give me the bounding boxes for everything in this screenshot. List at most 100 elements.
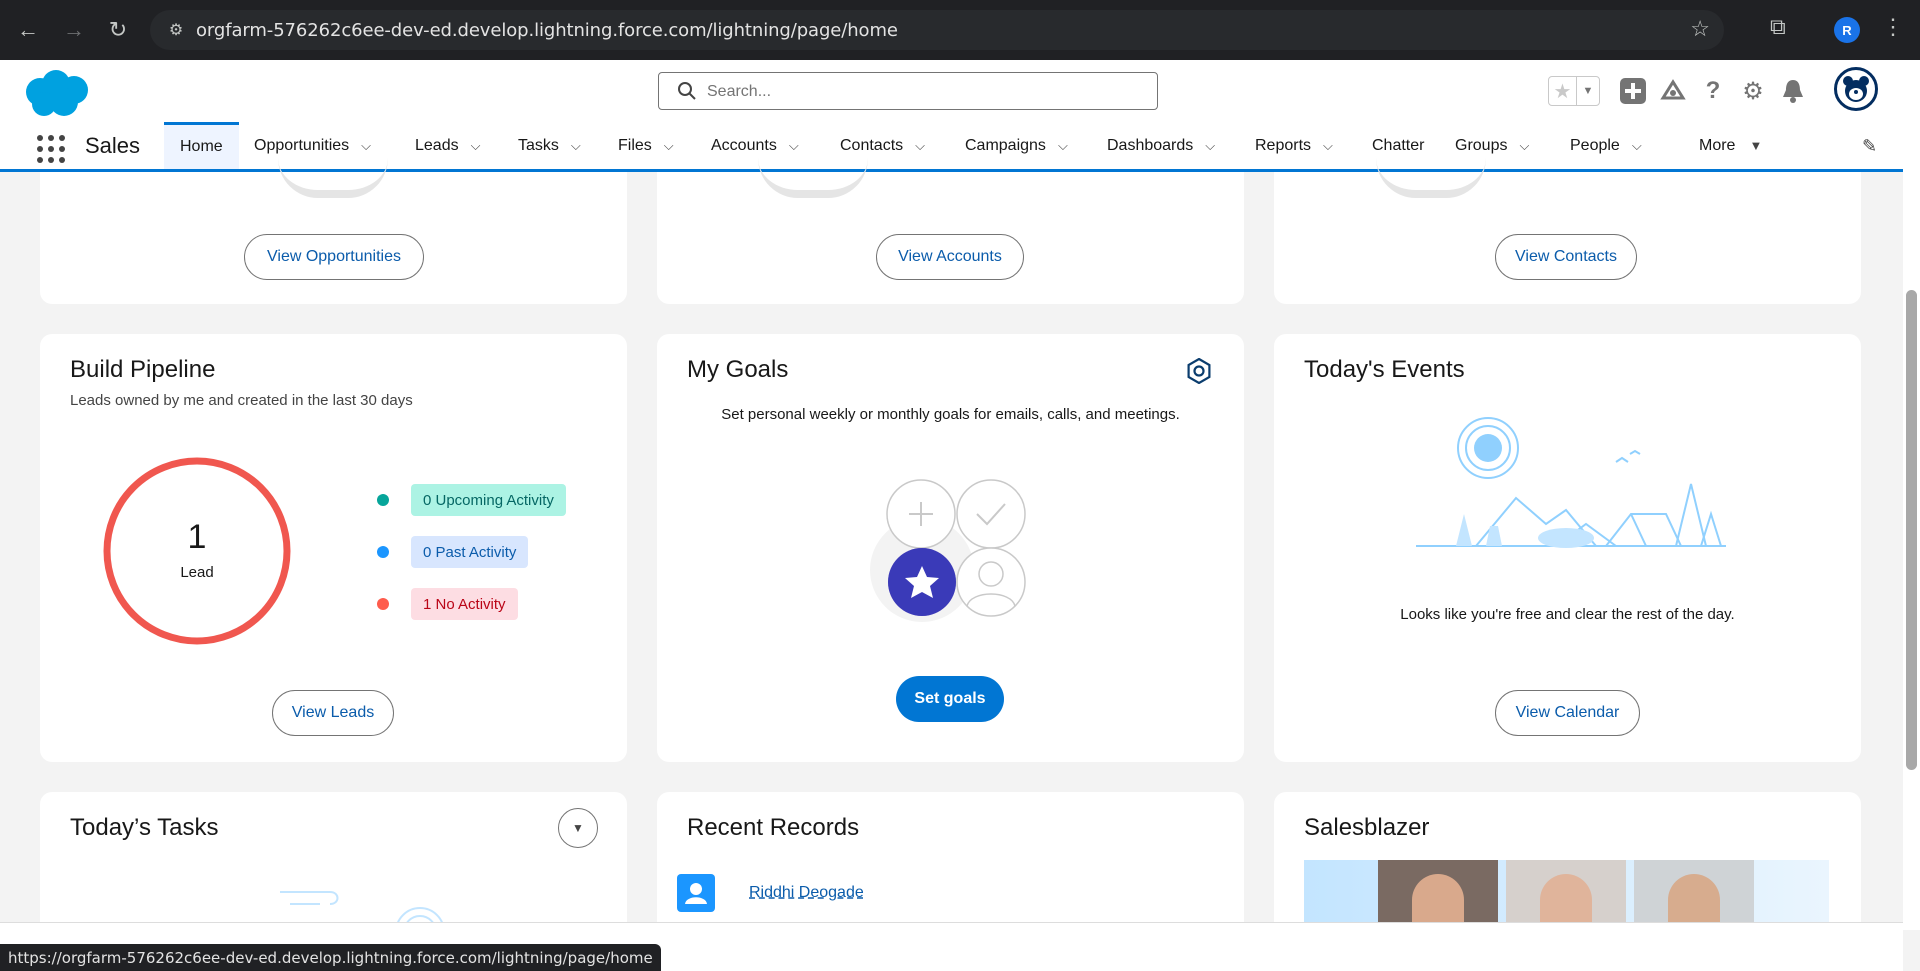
global-actions-icon[interactable] — [1618, 76, 1648, 106]
card-title: My Goals — [687, 356, 789, 383]
favorite-star-icon[interactable]: ★ — [1549, 77, 1577, 105]
legend-dot — [377, 494, 389, 506]
tab-reports[interactable]: Reports ⌵ — [1255, 122, 1333, 169]
camping-illustration — [1416, 417, 1726, 548]
tab-label: More — [1699, 136, 1736, 154]
chart-ring-remnant — [278, 158, 388, 198]
chevron-down-icon[interactable]: ⌵ — [1323, 138, 1333, 154]
tab-label: Reports — [1255, 136, 1312, 154]
edit-nav-pencil-icon[interactable]: ✎ — [1862, 136, 1877, 157]
global-header: Search... ★ ▼ ? ⚙ — [0, 60, 1920, 122]
contacts-card: View Contacts — [1274, 172, 1861, 304]
extensions-icon[interactable]: ⧉ — [1770, 14, 1786, 40]
set-goals-button[interactable]: Set goals — [896, 676, 1004, 722]
opportunities-card: View Opportunities — [40, 172, 627, 304]
todays-tasks-card: Today’s Tasks ▼ — [40, 792, 627, 932]
tab-label: Leads — [415, 136, 459, 154]
address-url[interactable]: orgfarm-576262c6ee-dev-ed.develop.lightn… — [196, 20, 898, 41]
goals-illustration — [870, 479, 1026, 622]
chevron-down-icon[interactable]: ⌵ — [361, 138, 371, 154]
global-search-input[interactable]: Search... — [658, 72, 1158, 110]
chart-ring-remnant — [758, 158, 868, 198]
tab-label: Dashboards — [1107, 136, 1194, 154]
recent-records-card: Recent Records Riddhi Deogade — [657, 792, 1244, 932]
card-subtitle: Leads owned by me and created in the las… — [70, 392, 413, 409]
card-title: Today's Events — [1304, 356, 1465, 383]
profile-avatar[interactable]: R — [1834, 17, 1860, 43]
tab-label: Campaigns — [965, 136, 1046, 154]
chevron-down-icon[interactable]: ⌵ — [915, 138, 925, 154]
tab-campaigns[interactable]: Campaigns ⌵ — [965, 122, 1068, 169]
tab-label: Chatter — [1372, 136, 1425, 154]
legend-pill[interactable]: 0 Past Activity — [411, 536, 529, 568]
view-calendar-button[interactable]: View Calendar — [1495, 690, 1640, 736]
browser-toolbar: ← → ↻ ⚙ orgfarm-576262c6ee-dev-ed.develo… — [0, 0, 1920, 60]
site-info-icon[interactable]: ⚙ — [166, 20, 186, 40]
legend-pill[interactable]: 0 Upcoming Activity — [411, 484, 566, 516]
chevron-down-icon[interactable]: ⌵ — [789, 138, 799, 154]
chevron-down-icon[interactable]: ⌵ — [571, 138, 581, 154]
tab-people[interactable]: People ⌵ — [1570, 122, 1642, 169]
link-status-bubble: https://orgfarm-576262c6ee-dev-ed.develo… — [0, 944, 661, 971]
goals-settings-icon[interactable] — [1186, 358, 1212, 384]
chevron-down-icon[interactable]: ⌵ — [1205, 138, 1215, 154]
favorites-dropdown-icon[interactable]: ▼ — [1577, 77, 1599, 105]
reload-icon[interactable]: ↻ — [102, 14, 134, 46]
tab-home[interactable]: Home — [164, 122, 239, 169]
chart-ring-remnant — [1376, 158, 1486, 198]
salesblazer-card: Salesblazer — [1274, 792, 1861, 932]
legend-pill[interactable]: 1 No Activity — [411, 588, 518, 620]
chevron-down-icon[interactable]: ⌵ — [1632, 138, 1642, 154]
app-launcher-icon[interactable] — [36, 134, 66, 164]
trailhead-guidance-icon[interactable] — [1658, 76, 1688, 106]
setup-gear-icon[interactable]: ⚙ — [1738, 76, 1768, 106]
legend-past-activity[interactable]: 0 Past Activity — [377, 536, 529, 568]
chevron-down-icon[interactable]: ⌵ — [1058, 138, 1068, 154]
legend-dot — [377, 598, 389, 610]
legend-upcoming-activity[interactable]: 0 Upcoming Activity — [377, 484, 566, 516]
recent-record-link[interactable]: Riddhi Deogade — [749, 884, 864, 902]
tab-tasks[interactable]: Tasks ⌵ — [518, 122, 581, 169]
favorites-button[interactable]: ★ ▼ — [1548, 76, 1600, 106]
tab-more[interactable]: More ▼ — [1699, 122, 1762, 169]
view-contacts-button[interactable]: View Contacts — [1495, 234, 1637, 280]
browser-menu-icon[interactable]: ⋮ — [1882, 14, 1904, 40]
bookmark-star-icon[interactable]: ☆ — [1690, 16, 1710, 42]
tab-label: Tasks — [518, 136, 559, 154]
tab-label: People — [1570, 136, 1620, 154]
view-accounts-button[interactable]: View Accounts — [876, 234, 1024, 280]
tab-files[interactable]: Files ⌵ — [618, 122, 674, 169]
salesforce-logo[interactable] — [20, 68, 92, 120]
search-icon — [678, 82, 696, 100]
card-title: Salesblazer — [1304, 814, 1430, 841]
tasks-dropdown-button[interactable]: ▼ — [558, 808, 598, 848]
tab-label: Contacts — [840, 136, 904, 154]
forward-arrow-icon[interactable]: → — [58, 14, 90, 46]
chevron-down-icon[interactable]: ⌵ — [471, 138, 481, 154]
card-title: Today’s Tasks — [70, 814, 219, 841]
card-title: Build Pipeline — [70, 356, 216, 383]
view-opportunities-button[interactable]: View Opportunities — [244, 234, 424, 280]
legend-no-activity[interactable]: 1 No Activity — [377, 588, 518, 620]
scrollbar-thumb[interactable] — [1906, 290, 1917, 770]
tab-label: Groups — [1455, 136, 1508, 154]
user-avatar[interactable] — [1834, 67, 1878, 111]
address-bar[interactable]: ⚙ orgfarm-576262c6ee-dev-ed.develop.ligh… — [150, 10, 1724, 50]
accounts-card: View Accounts — [657, 172, 1244, 304]
tab-dashboards[interactable]: Dashboards ⌵ — [1107, 122, 1215, 169]
caret-down-icon[interactable]: ▼ — [1749, 138, 1762, 153]
todays-events-card: Today's Events Looks like you're free an… — [1274, 334, 1861, 762]
build-pipeline-card: Build Pipeline Leads owned by me and cre… — [40, 334, 627, 762]
search-placeholder: Search... — [707, 83, 772, 100]
app-name: Sales — [85, 133, 141, 158]
events-empty-message: Looks like you're free and clear the res… — [1400, 606, 1735, 623]
view-leads-button[interactable]: View Leads — [272, 690, 394, 736]
chevron-down-icon[interactable]: ⌵ — [1519, 138, 1529, 154]
lead-count-label: Lead — [180, 564, 214, 581]
notifications-bell-icon[interactable] — [1778, 76, 1808, 106]
back-arrow-icon[interactable]: ← — [12, 14, 44, 46]
chevron-down-icon[interactable]: ⌵ — [664, 138, 674, 154]
tab-leads[interactable]: Leads ⌵ — [415, 122, 480, 169]
tab-label: Files — [618, 136, 652, 154]
help-icon[interactable]: ? — [1698, 76, 1728, 106]
